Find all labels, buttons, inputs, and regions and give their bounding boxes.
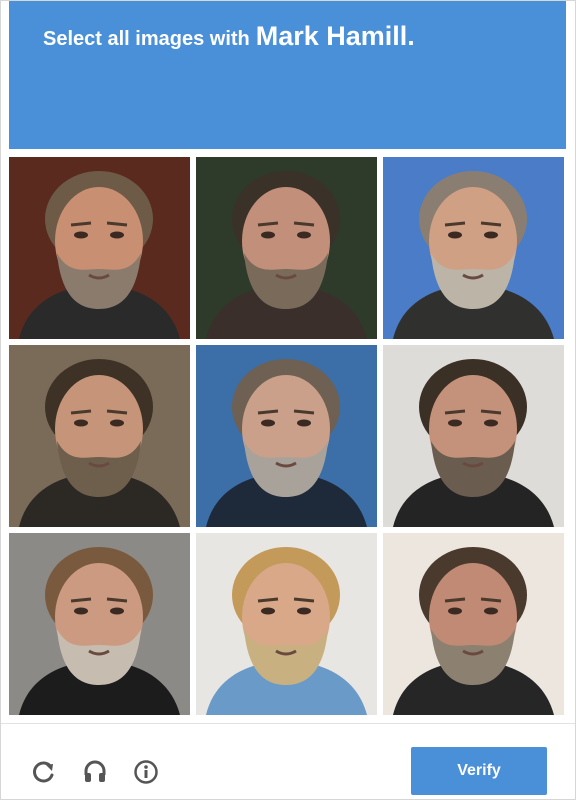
- prompt-text: Select all images with: [43, 28, 250, 50]
- footer-divider: [1, 723, 575, 724]
- portrait-image: [9, 157, 190, 339]
- portrait-image: [383, 533, 564, 715]
- image-tile[interactable]: [9, 345, 190, 527]
- audio-button[interactable]: [80, 757, 110, 787]
- image-tile[interactable]: [383, 157, 564, 339]
- portrait-image: [383, 157, 564, 339]
- captcha-frame: Select all images with Mark Hamill. Verif…: [0, 0, 576, 800]
- portrait-image: [196, 345, 377, 527]
- portrait-image: [196, 157, 377, 339]
- prompt: Select all images with Mark Hamill.: [43, 21, 415, 52]
- image-tile[interactable]: [383, 345, 564, 527]
- prompt-header: Select all images with Mark Hamill.: [9, 1, 566, 149]
- image-tile[interactable]: [196, 345, 377, 527]
- prompt-target: Mark Hamill.: [255, 21, 415, 51]
- verify-button[interactable]: Verify: [411, 747, 547, 795]
- info-button[interactable]: [131, 757, 161, 787]
- image-tile[interactable]: [9, 533, 190, 715]
- image-tile[interactable]: [383, 533, 564, 715]
- portrait-image: [196, 533, 377, 715]
- reload-button[interactable]: [29, 757, 59, 787]
- audio-icon: [84, 760, 106, 782]
- portrait-image: [9, 533, 190, 715]
- reload-icon: [33, 761, 54, 783]
- image-tile[interactable]: [9, 157, 190, 339]
- info-icon: [134, 760, 158, 784]
- portrait-image: [9, 345, 190, 527]
- image-grid: [9, 157, 564, 715]
- image-tile[interactable]: [196, 157, 377, 339]
- portrait-image: [383, 345, 564, 527]
- image-tile[interactable]: [196, 533, 377, 715]
